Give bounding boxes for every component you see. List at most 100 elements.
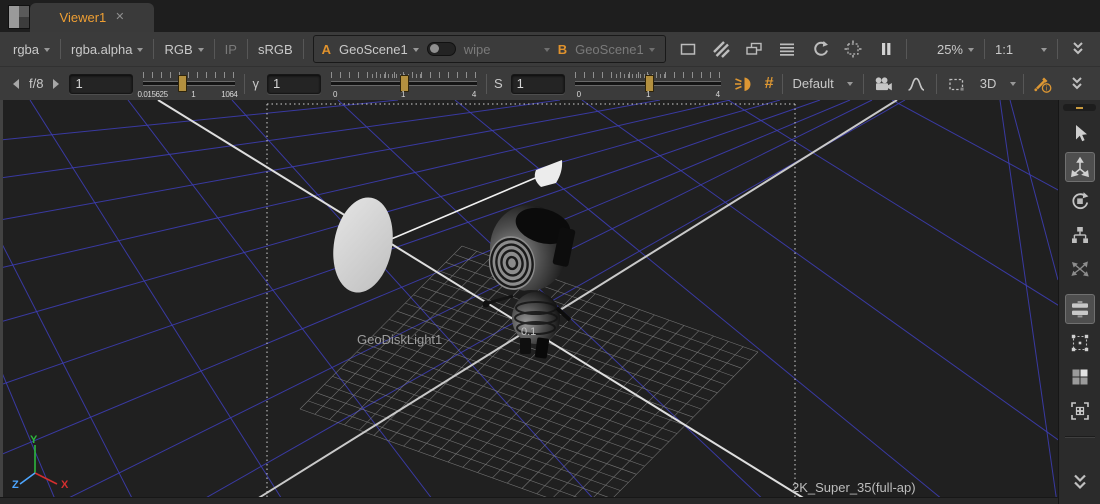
display-channel-label: RGB [164, 42, 192, 57]
viewer-toolbar-top: rgba rgba.alpha RGB IP sRGB A GeoScene1 … [0, 32, 1100, 66]
view-mode-label: 3D [980, 76, 997, 91]
viewport-bottom-strip [0, 497, 1058, 504]
viewport-toolbar-right [1058, 100, 1100, 504]
separator [1057, 39, 1058, 59]
grid-display-icon[interactable]: # [760, 75, 779, 93]
wipe-toggle-knob [430, 44, 439, 53]
saturation-tick-min: 0 [577, 90, 581, 99]
prev-fstop-icon[interactable] [13, 79, 19, 89]
axis-snap-tool-button[interactable] [1065, 254, 1095, 284]
separator [214, 39, 215, 59]
collapse-toolbar2-icon[interactable] [1064, 72, 1089, 96]
proxy-dropdown[interactable]: 1:1 [988, 42, 1054, 57]
refresh-icon[interactable] [808, 37, 833, 61]
chevron-down-icon [1041, 48, 1047, 52]
axis-x-label: X [61, 479, 69, 491]
gaussian-filter-icon[interactable] [904, 72, 929, 96]
next-fstop-icon[interactable] [53, 79, 59, 89]
fstop-label[interactable]: f/8 [29, 76, 43, 91]
gain-compare-icon[interactable] [742, 37, 767, 61]
gain-slider[interactable]: 0.015625 1 1064 [143, 69, 235, 99]
grid-corners-button[interactable] [1065, 328, 1095, 358]
separator [244, 74, 245, 94]
display-channel-dropdown[interactable]: RGB [157, 42, 210, 57]
chevron-down-icon [413, 48, 419, 52]
ab-compare-group: A GeoScene1 wipe B GeoScene1 [313, 35, 666, 63]
quad-view-button[interactable] [1065, 362, 1095, 392]
separator [60, 39, 61, 59]
disk-light-shape [326, 193, 400, 298]
channels-dropdown[interactable]: rgba [6, 42, 57, 57]
gain-slider-handle[interactable] [178, 75, 187, 92]
separator [906, 39, 907, 59]
gain-tick-min: 0.015625 [137, 90, 167, 99]
monitor-out-icon[interactable] [676, 37, 701, 61]
saturation-input[interactable] [511, 74, 565, 94]
wipe-toggle[interactable] [427, 42, 456, 56]
viewport-3d[interactable]: GeoDiskLight1 0.1 2K_Super_35(full-ap) Y… [0, 100, 1058, 504]
chevron-down-icon [1010, 82, 1016, 86]
zoom-level: 25% [937, 42, 963, 57]
pause-icon[interactable] [874, 37, 899, 61]
chevron-down-icon [44, 48, 50, 52]
gamma-slider-fine-ticks [372, 74, 422, 78]
input-process-button[interactable]: IP [218, 42, 244, 57]
wipe-mode-label: wipe [464, 42, 491, 57]
checkerboard-icon[interactable] [709, 37, 734, 61]
marquee-select-icon[interactable] [944, 72, 969, 96]
saturation-slider[interactable]: 0 1 4 [575, 69, 721, 99]
wipe-mode-dropdown[interactable]: wipe [462, 42, 552, 57]
color-sample-eyedropper-icon[interactable]: i [1031, 72, 1056, 96]
chevron-down-icon [968, 48, 974, 52]
select-tool-button[interactable] [1065, 118, 1095, 148]
gain-slider-track [143, 81, 235, 86]
tab-label: Viewer1 [60, 10, 107, 25]
fit-view-button[interactable] [1065, 396, 1095, 426]
translate-tool-button[interactable] [1065, 152, 1095, 182]
chevron-down-icon [847, 82, 853, 86]
viewer-toolbar-bottom: f/8 0.015625 1 1064 γ 0 1 4 S [0, 66, 1100, 100]
scene-lights-icon[interactable] [731, 72, 756, 96]
axis-z-label: Z [12, 479, 19, 491]
multiview-layout-button[interactable] [1065, 294, 1095, 324]
collapse-toolbar-icon[interactable] [1065, 37, 1090, 61]
sidebar-handle[interactable] [1063, 104, 1096, 111]
separator [936, 74, 937, 94]
gamma-input[interactable] [267, 74, 321, 94]
pane-menu-icon[interactable] [8, 5, 30, 29]
input-b-value: GeoScene1 [575, 42, 644, 57]
input-b-label: B [558, 42, 567, 57]
saturation-slider-fine-ticks [616, 74, 666, 78]
input-a-dropdown[interactable]: GeoScene1 [337, 42, 421, 57]
separator [303, 39, 304, 59]
separator [782, 74, 783, 94]
format-label: 2K_Super_35(full-ap) [792, 480, 916, 495]
gain-slider-ticks [143, 72, 235, 78]
fieldlines-icon[interactable] [775, 37, 800, 61]
scale-hierarchy-tool-button[interactable] [1065, 220, 1095, 250]
zoom-dropdown[interactable]: 25% [930, 42, 981, 57]
gain-tick-mid: 1 [191, 90, 195, 99]
scene-canvas [0, 100, 1058, 504]
saturation-tick-max: 4 [716, 90, 720, 99]
collapse-sidebar-icon[interactable] [1065, 466, 1095, 496]
viewer-process-button[interactable]: sRGB [251, 42, 300, 57]
rotate-tool-button[interactable] [1065, 186, 1095, 216]
camera-icon[interactable] [871, 72, 896, 96]
view-preset-dropdown[interactable]: Default [786, 76, 860, 91]
light-arrow-cone [535, 160, 562, 187]
view-mode-dropdown[interactable]: 3D [973, 76, 1023, 91]
separator [1023, 74, 1024, 94]
roi-icon[interactable] [841, 37, 866, 61]
tab-viewer1[interactable]: Viewer1 ✕ [30, 3, 154, 32]
saturation-tick-mid: 1 [646, 90, 650, 99]
axis-line-1 [249, 100, 897, 504]
tab-close-icon[interactable]: ✕ [115, 12, 124, 23]
input-a-label: A [322, 42, 331, 57]
layer-dropdown[interactable]: rgba.alpha [64, 42, 150, 57]
gain-input[interactable] [69, 74, 133, 94]
input-b-dropdown[interactable]: GeoScene1 [573, 42, 657, 57]
chevron-down-icon [137, 48, 143, 52]
gamma-slider[interactable]: 0 1 4 [331, 69, 477, 99]
chevron-down-icon [544, 48, 550, 52]
